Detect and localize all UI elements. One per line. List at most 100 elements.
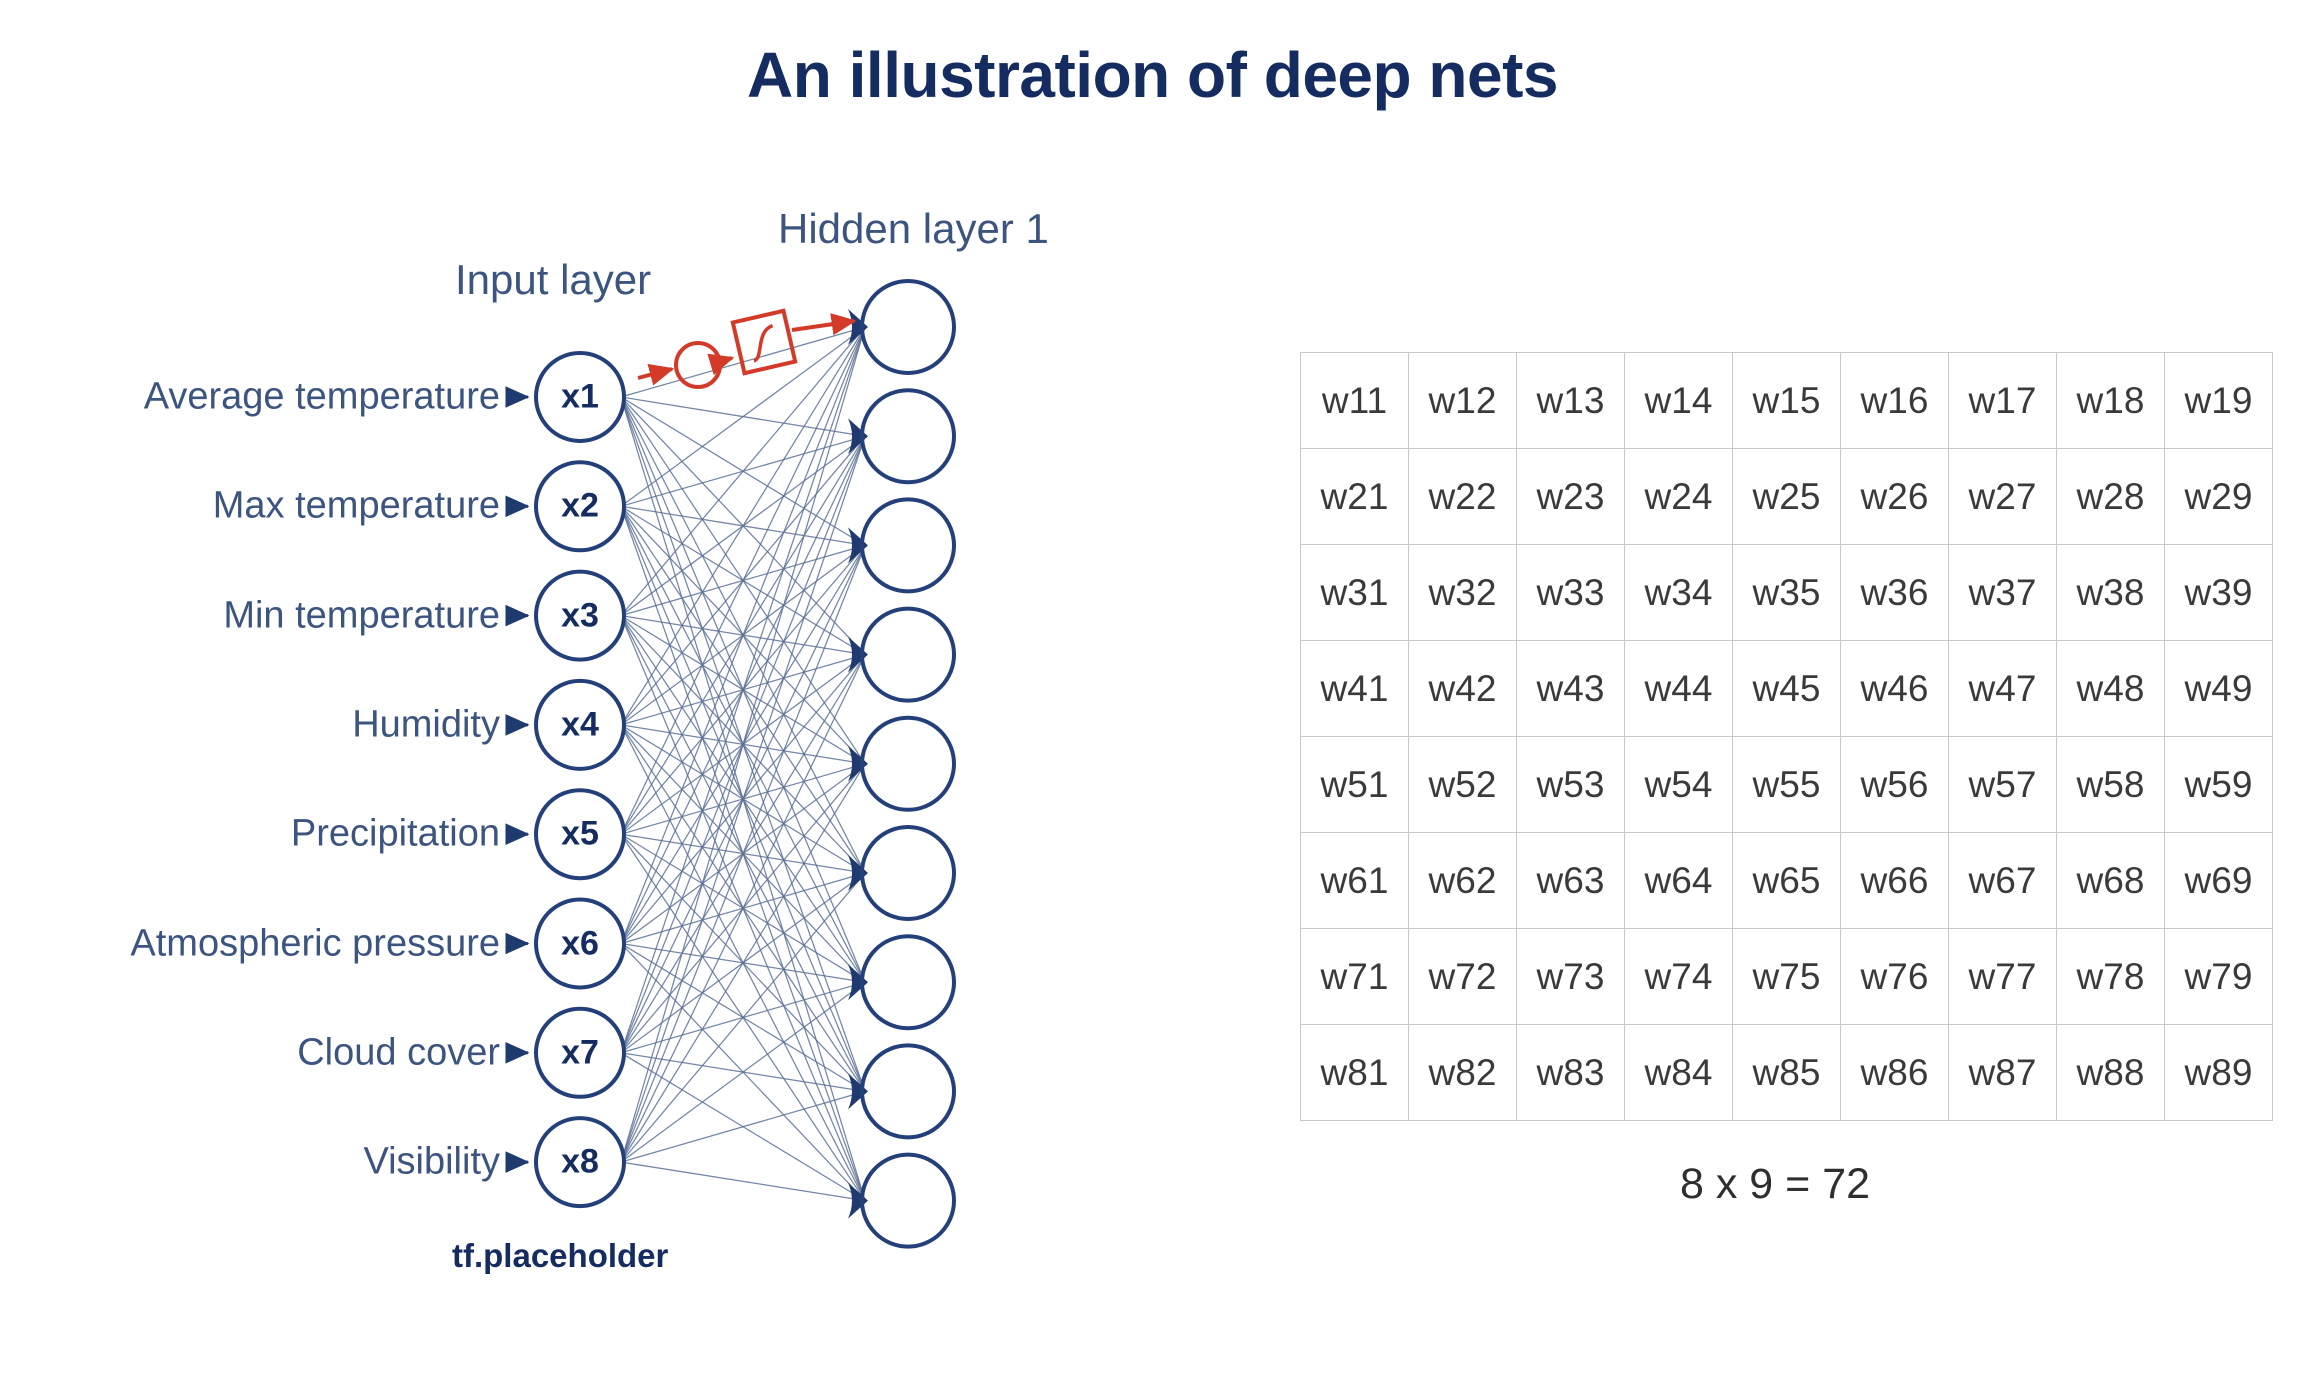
sigmoid-activation-box — [730, 308, 798, 376]
weight-cell: w69 — [2164, 832, 2273, 929]
weight-cell: w62 — [1408, 832, 1517, 929]
weight-cell: w54 — [1624, 736, 1733, 833]
weight-cell: w49 — [2164, 640, 2273, 737]
weight-cell: w44 — [1624, 640, 1733, 737]
weight-cell: w31 — [1300, 544, 1409, 641]
weight-cell: w58 — [2056, 736, 2165, 833]
hidden-node-7[interactable] — [860, 934, 956, 1031]
weight-cell: w85 — [1732, 1024, 1841, 1121]
weight-cell: w72 — [1408, 928, 1517, 1025]
weight-cell: w22 — [1408, 448, 1517, 545]
hidden-node-4[interactable] — [860, 606, 956, 703]
table-row: w11 w12 w13 w14 w15 w16 w17 w18 w19 — [1300, 352, 2273, 449]
input-node-label: x7 — [561, 1033, 599, 1072]
weight-cell: w42 — [1408, 640, 1517, 737]
weight-cell: w43 — [1516, 640, 1625, 737]
hidden-node-8[interactable] — [860, 1043, 956, 1140]
feature-label: Cloud cover — [297, 1031, 500, 1074]
weight-table: w11 w12 w13 w14 w15 w16 w17 w18 w19 w21 w22 w23 w24 w… — [1300, 352, 2273, 1121]
hidden-node-6[interactable] — [860, 825, 956, 921]
tf-placeholder-label: tf.placeholder — [452, 1237, 669, 1274]
weight-cell: w65 — [1732, 832, 1841, 929]
table-row: w51 w52 w53 w54 w55 w56 w57 w58 w59 — [1300, 736, 2273, 833]
weight-cell: w57 — [1948, 736, 2057, 833]
weight-cell: w13 — [1516, 352, 1625, 449]
weight-cell: w59 — [2164, 736, 2273, 833]
hidden-node-5[interactable] — [860, 715, 956, 812]
weight-cell: w84 — [1624, 1024, 1733, 1121]
weight-cell: w25 — [1732, 448, 1841, 545]
sum-circle-icon — [674, 341, 722, 389]
weight-cell: w82 — [1408, 1024, 1517, 1121]
hidden-node-3[interactable] — [860, 497, 956, 594]
weight-cell: w56 — [1840, 736, 1949, 833]
input-node-label: x6 — [561, 924, 599, 962]
weight-cell: w45 — [1732, 640, 1841, 737]
weight-cell: w15 — [1732, 352, 1841, 449]
weight-cell: w51 — [1300, 736, 1409, 833]
weight-cell: w83 — [1516, 1024, 1625, 1121]
feature-label: Precipitation — [290, 812, 500, 855]
weight-count-equation: 8 x 9 = 72 — [1679, 1160, 1871, 1208]
hidden-node-2[interactable] — [860, 388, 956, 485]
weight-cell: w68 — [2056, 832, 2165, 929]
weight-cell: w53 — [1516, 736, 1625, 833]
input-node-label: x1 — [561, 377, 599, 416]
weight-matrix-table: w11 w12 w13 w14 w15 w16 w17 w18 w19 w21 w22 w23 w24 w… — [1300, 352, 2273, 1121]
connection-edge — [620, 1161, 866, 1202]
weight-cell: w17 — [1948, 352, 2057, 449]
weight-cell: w38 — [2056, 544, 2165, 641]
red-arrow-icon — [707, 353, 735, 376]
weight-cell: w46 — [1840, 640, 1949, 737]
weight-cell: w71 — [1300, 928, 1409, 1025]
hidden-node-9[interactable] — [860, 1152, 956, 1249]
weight-cell: w24 — [1624, 448, 1733, 545]
input-node-label: x5 — [561, 814, 599, 853]
sigmoid-curve-icon — [753, 324, 774, 363]
input-node-label: x2 — [561, 486, 599, 525]
weight-cell: w67 — [1948, 832, 2057, 929]
weight-cell: w12 — [1408, 352, 1517, 449]
input-node-group — [534, 351, 626, 1209]
feature-label: Atmospheric pressure — [130, 922, 500, 964]
weight-cell: w34 — [1624, 544, 1733, 641]
weight-cell: w28 — [2056, 448, 2165, 545]
weight-cell: w66 — [1840, 832, 1949, 929]
table-row: w81 w82 w83 w84 w85 w86 w87 w88 w89 — [1300, 1024, 2273, 1121]
weight-cell: w55 — [1732, 736, 1841, 833]
feature-label: Visibility — [363, 1140, 500, 1183]
weight-cell: w33 — [1516, 544, 1625, 641]
table-row: w41 w42 w43 w44 w45 w46 w47 w48 w49 — [1300, 640, 2273, 737]
red-arrow-icon — [791, 313, 857, 336]
table-row: w61 w62 w63 w64 w65 w66 w67 w68 w69 — [1300, 832, 2273, 929]
input-node-label: x8 — [561, 1142, 599, 1181]
weight-cell: w32 — [1408, 544, 1517, 641]
table-row: w21 w22 w23 w24 w25 w26 w27 w28 w29 — [1300, 448, 2273, 545]
weight-cell: w52 — [1408, 736, 1517, 833]
weight-cell: w16 — [1840, 352, 1949, 449]
red-annotation-group — [637, 308, 857, 389]
feature-arrow-group — [505, 386, 530, 1173]
hidden-node-1[interactable] — [860, 279, 956, 375]
weight-cell: w48 — [2056, 640, 2165, 737]
weight-cell: w36 — [1840, 544, 1949, 641]
weight-cell: w26 — [1840, 448, 1949, 545]
weight-cell: w75 — [1732, 928, 1841, 1025]
slide-canvas: An illustration of deep nets Input layer… — [0, 0, 2305, 1399]
weight-cell: w23 — [1516, 448, 1625, 545]
weight-cell: w73 — [1516, 928, 1625, 1025]
weight-cell: w27 — [1948, 448, 2057, 545]
feature-label: Max temperature — [212, 484, 500, 527]
weight-cell: w35 — [1732, 544, 1841, 641]
hidden-node-group — [860, 279, 956, 1249]
weight-cell: w11 — [1300, 352, 1409, 449]
weight-cell: w64 — [1624, 832, 1733, 929]
weight-cell: w81 — [1300, 1024, 1409, 1121]
weight-cell: w29 — [2164, 448, 2273, 545]
weight-cell: w89 — [2164, 1024, 2273, 1121]
weight-cell: w77 — [1948, 928, 2057, 1025]
input-node-label: x4 — [561, 705, 599, 744]
weight-cell: w63 — [1516, 832, 1625, 929]
weight-cell: w14 — [1624, 352, 1733, 449]
weight-cell: w79 — [2164, 928, 2273, 1025]
